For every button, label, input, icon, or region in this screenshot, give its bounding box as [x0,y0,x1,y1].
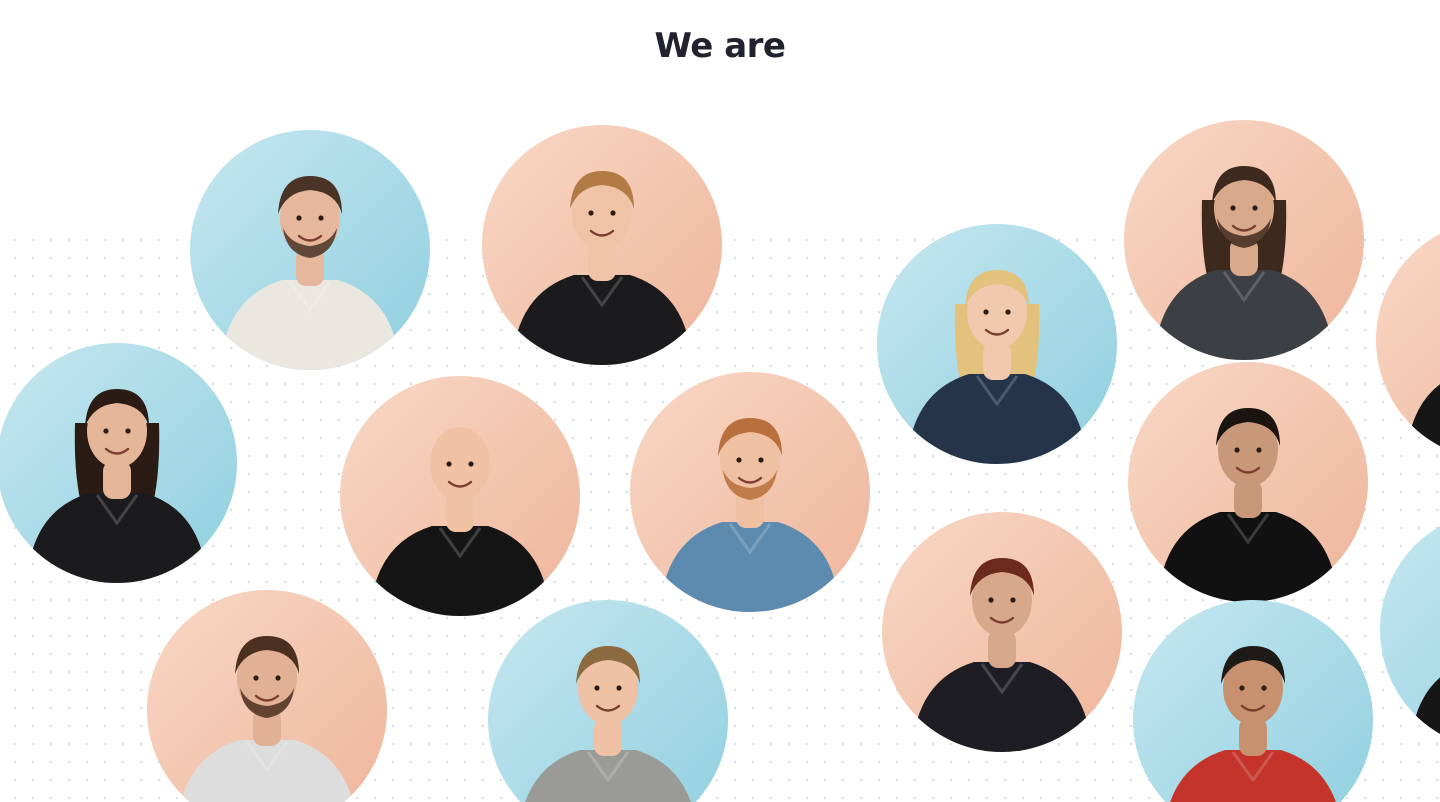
person-portrait-icon [1128,362,1368,602]
person-portrait-icon [190,130,430,370]
person-portrait-icon [340,376,580,616]
team-member-portrait-3[interactable] [877,224,1117,464]
team-member-portrait-4[interactable] [1124,120,1364,360]
section-title: We are [654,26,786,66]
person-portrait-icon [882,512,1122,752]
team-page: We are [0,0,1440,802]
person-portrait-icon [0,343,237,583]
team-member-portrait-2[interactable] [482,125,722,365]
person-portrait-icon [630,372,870,612]
team-member-portrait-8[interactable] [1128,362,1368,602]
person-portrait-icon [482,125,722,365]
team-member-portrait-7[interactable] [630,372,870,612]
person-portrait-icon [877,224,1117,464]
team-member-portrait-9[interactable] [882,512,1122,752]
team-member-portrait-6[interactable] [340,376,580,616]
team-member-portrait-1[interactable] [190,130,430,370]
team-member-portrait-5[interactable] [0,343,237,583]
person-portrait-icon [1124,120,1364,360]
